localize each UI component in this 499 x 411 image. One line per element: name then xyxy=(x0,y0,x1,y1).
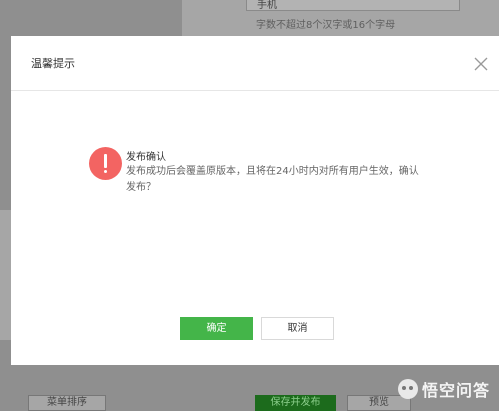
cancel-button[interactable]: 取消 xyxy=(261,317,334,340)
close-icon[interactable] xyxy=(473,56,489,72)
confirm-button[interactable]: 确定 xyxy=(180,317,253,340)
message-body: 发布成功后会覆盖原版本，且将在24小时内对所有用户生效，确认发布？ xyxy=(126,166,419,193)
background-sidebar xyxy=(0,210,11,340)
watermark: 悟空问答 xyxy=(398,378,490,400)
wukong-logo-icon xyxy=(398,379,418,399)
menu-name-hint: 字数不超过8个汉字或16个字母 xyxy=(256,20,396,31)
header-divider xyxy=(11,90,499,91)
menu-name-input: 手机 xyxy=(246,0,460,11)
message-title: 发布确认 xyxy=(126,152,166,163)
save-publish-button: 保存并发布 xyxy=(255,395,336,411)
watermark-text: 悟空问答 xyxy=(422,381,491,400)
menu-name-value: 手机 xyxy=(257,0,277,11)
publish-confirm-dialog: 温馨提示 发布确认 发布成功后会覆盖原版本，且将在24小时内对所有用户生效，确认… xyxy=(11,36,499,365)
dialog-title: 温馨提示 xyxy=(31,57,75,70)
warning-icon xyxy=(89,147,122,180)
menu-sort-button: 菜单排序 xyxy=(28,395,106,411)
